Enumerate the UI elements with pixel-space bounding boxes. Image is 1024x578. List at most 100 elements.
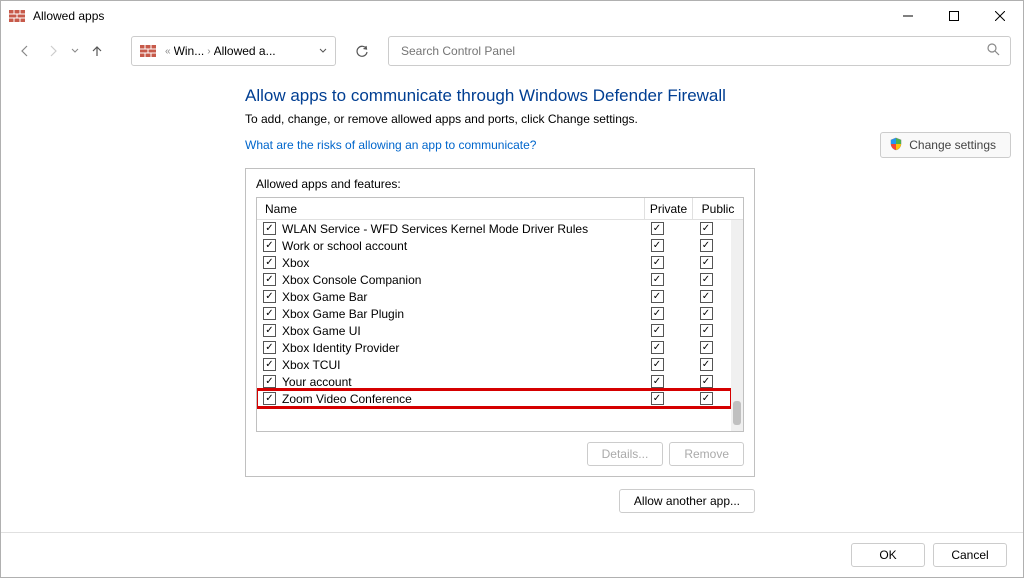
- public-checkbox[interactable]: [700, 324, 713, 337]
- shield-icon: [889, 137, 903, 154]
- col-header-name[interactable]: Name: [257, 198, 645, 219]
- public-checkbox[interactable]: [700, 341, 713, 354]
- search-icon[interactable]: [987, 43, 1000, 59]
- chevron-down-icon[interactable]: [319, 46, 327, 57]
- row-checkbox[interactable]: [263, 392, 276, 405]
- row-public-cell: [681, 392, 731, 405]
- remove-button[interactable]: Remove: [669, 442, 744, 466]
- maximize-button[interactable]: [931, 1, 977, 31]
- back-button[interactable]: [13, 37, 37, 65]
- content: Allow apps to communicate through Window…: [1, 71, 1023, 532]
- table-row[interactable]: Xbox Identity Provider: [257, 339, 731, 356]
- public-checkbox[interactable]: [700, 222, 713, 235]
- row-private-cell: [633, 324, 681, 337]
- minimize-button[interactable]: [885, 1, 931, 31]
- row-private-cell: [633, 341, 681, 354]
- col-header-public[interactable]: Public: [693, 198, 743, 219]
- private-checkbox[interactable]: [651, 392, 664, 405]
- table-row[interactable]: Xbox Game UI: [257, 322, 731, 339]
- row-private-cell: [633, 307, 681, 320]
- cancel-button[interactable]: Cancel: [933, 543, 1007, 567]
- col-header-private[interactable]: Private: [645, 198, 693, 219]
- search-input[interactable]: [399, 43, 987, 59]
- row-checkbox[interactable]: [263, 239, 276, 252]
- row-checkbox[interactable]: [263, 324, 276, 337]
- row-checkbox[interactable]: [263, 341, 276, 354]
- table-row[interactable]: Your account: [257, 373, 731, 390]
- change-settings-label: Change settings: [909, 138, 996, 152]
- page-title: Allow apps to communicate through Window…: [245, 86, 1011, 106]
- private-checkbox[interactable]: [651, 307, 664, 320]
- window: Allowed apps: [0, 0, 1024, 578]
- private-checkbox[interactable]: [651, 324, 664, 337]
- risk-link[interactable]: What are the risks of allowing an app to…: [245, 138, 536, 152]
- row-checkbox[interactable]: [263, 358, 276, 371]
- refresh-button[interactable]: [348, 37, 376, 65]
- row-checkbox[interactable]: [263, 375, 276, 388]
- row-checkbox[interactable]: [263, 307, 276, 320]
- row-private-cell: [633, 256, 681, 269]
- row-checkbox[interactable]: [263, 290, 276, 303]
- public-checkbox[interactable]: [700, 307, 713, 320]
- history-chevron-icon[interactable]: [69, 48, 81, 54]
- row-checkbox[interactable]: [263, 256, 276, 269]
- row-name: Work or school account: [282, 239, 633, 253]
- row-public-cell: [681, 358, 731, 371]
- table-row[interactable]: Xbox: [257, 254, 731, 271]
- close-button[interactable]: [977, 1, 1023, 31]
- row-public-cell: [681, 290, 731, 303]
- row-name: Xbox Game Bar Plugin: [282, 307, 633, 321]
- breadcrumb-part-1[interactable]: Win...: [174, 44, 205, 58]
- breadcrumb-firewall-icon: [140, 43, 156, 59]
- table-row[interactable]: Xbox TCUI: [257, 356, 731, 373]
- row-name: Xbox: [282, 256, 633, 270]
- chevron-right-icon: ›: [207, 46, 210, 57]
- public-checkbox[interactable]: [700, 392, 713, 405]
- allow-another-app-button[interactable]: Allow another app...: [619, 489, 755, 513]
- scrollbar[interactable]: [731, 220, 743, 431]
- public-checkbox[interactable]: [700, 273, 713, 286]
- forward-button[interactable]: [41, 37, 65, 65]
- breadcrumb[interactable]: « Win... › Allowed a...: [131, 36, 336, 66]
- change-settings-button[interactable]: Change settings: [880, 132, 1011, 158]
- table-row[interactable]: Work or school account: [257, 237, 731, 254]
- table-row[interactable]: Xbox Game Bar: [257, 288, 731, 305]
- row-public-cell: [681, 256, 731, 269]
- table-header: Name Private Public: [257, 198, 743, 220]
- row-public-cell: [681, 375, 731, 388]
- apps-table: Name Private Public WLAN Service - WFD S…: [256, 197, 744, 432]
- public-checkbox[interactable]: [700, 239, 713, 252]
- row-public-cell: [681, 222, 731, 235]
- table-row[interactable]: Xbox Game Bar Plugin: [257, 305, 731, 322]
- ok-button[interactable]: OK: [851, 543, 925, 567]
- search-box[interactable]: [388, 36, 1011, 66]
- public-checkbox[interactable]: [700, 358, 713, 371]
- row-checkbox[interactable]: [263, 222, 276, 235]
- private-checkbox[interactable]: [651, 222, 664, 235]
- row-public-cell: [681, 324, 731, 337]
- private-checkbox[interactable]: [651, 341, 664, 354]
- scroll-thumb[interactable]: [733, 401, 741, 425]
- row-name: Xbox Game Bar: [282, 290, 633, 304]
- private-checkbox[interactable]: [651, 290, 664, 303]
- public-checkbox[interactable]: [700, 375, 713, 388]
- row-private-cell: [633, 392, 681, 405]
- table-row[interactable]: Xbox Console Companion: [257, 271, 731, 288]
- up-button[interactable]: [85, 37, 109, 65]
- allowed-apps-panel: Allowed apps and features: Name Private …: [245, 168, 755, 477]
- private-checkbox[interactable]: [651, 273, 664, 286]
- private-checkbox[interactable]: [651, 256, 664, 269]
- breadcrumb-part-2[interactable]: Allowed a...: [214, 44, 276, 58]
- private-checkbox[interactable]: [651, 375, 664, 388]
- table-row[interactable]: Zoom Video Conference: [257, 390, 731, 407]
- row-private-cell: [633, 358, 681, 371]
- dialog-footer: OK Cancel: [1, 532, 1023, 577]
- details-button[interactable]: Details...: [587, 442, 664, 466]
- private-checkbox[interactable]: [651, 358, 664, 371]
- private-checkbox[interactable]: [651, 239, 664, 252]
- row-checkbox[interactable]: [263, 273, 276, 286]
- table-row[interactable]: WLAN Service - WFD Services Kernel Mode …: [257, 220, 731, 237]
- public-checkbox[interactable]: [700, 290, 713, 303]
- row-public-cell: [681, 273, 731, 286]
- public-checkbox[interactable]: [700, 256, 713, 269]
